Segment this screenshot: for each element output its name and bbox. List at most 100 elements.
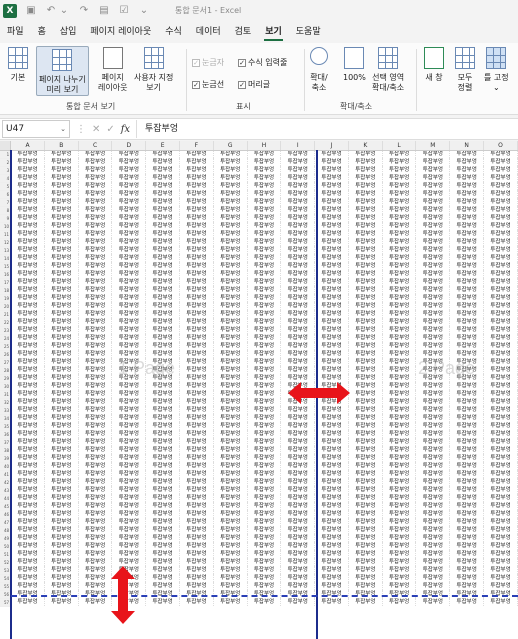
cell[interactable]: 투잡부엉 (382, 470, 417, 478)
normal-view-button[interactable]: 기본 (8, 47, 28, 83)
name-box-dropdown-icon[interactable]: ⌄ (60, 121, 66, 137)
cell[interactable]: 투잡부엉 (382, 542, 417, 550)
cell[interactable]: 투잡부엉 (415, 566, 451, 574)
cell[interactable]: 투잡부엉 (44, 182, 79, 190)
cell[interactable]: 투잡부엉 (247, 286, 282, 294)
cell[interactable]: 투잡부엉 (247, 174, 282, 182)
cell[interactable]: 투잡부엉 (348, 318, 383, 326)
cell[interactable]: 투잡부엉 (415, 582, 451, 590)
cell[interactable]: 투잡부엉 (179, 574, 214, 582)
cell[interactable]: 투잡부엉 (10, 222, 45, 230)
tab-5[interactable]: 데이터 (189, 22, 228, 42)
cell[interactable]: 투잡부엉 (78, 374, 113, 382)
cell[interactable]: 투잡부엉 (483, 206, 518, 214)
insert-function-icon[interactable]: fx (121, 124, 130, 135)
cell[interactable]: 투잡부엉 (111, 222, 147, 230)
cell[interactable]: 투잡부엉 (483, 486, 518, 494)
cell[interactable]: 투잡부엉 (213, 414, 248, 422)
cell[interactable]: 투잡부엉 (44, 214, 79, 222)
cell[interactable]: 투잡부엉 (247, 246, 282, 254)
cell[interactable]: 투잡부엉 (483, 302, 518, 310)
cell[interactable]: 투잡부엉 (44, 406, 79, 414)
cell[interactable]: 투잡부엉 (348, 246, 383, 254)
cell[interactable]: 투잡부엉 (44, 478, 79, 486)
column-header[interactable]: A (10, 141, 45, 151)
cell[interactable]: 투잡부엉 (145, 566, 181, 574)
cell[interactable]: 투잡부엉 (78, 422, 113, 430)
cell[interactable]: 투잡부엉 (314, 542, 349, 550)
cell[interactable]: 투잡부엉 (179, 182, 214, 190)
cell[interactable]: 투잡부엉 (213, 406, 248, 414)
cell[interactable]: 투잡부엉 (44, 318, 79, 326)
cell[interactable]: 투잡부엉 (145, 206, 181, 214)
cell[interactable]: 투잡부엉 (382, 414, 417, 422)
cell[interactable]: 투잡부엉 (78, 310, 113, 318)
cell[interactable]: 투잡부엉 (415, 230, 451, 238)
cell[interactable]: 투잡부엉 (382, 430, 417, 438)
cell[interactable]: 투잡부엉 (415, 326, 451, 334)
cell[interactable]: 투잡부엉 (44, 198, 79, 206)
cell[interactable]: 투잡부엉 (111, 494, 147, 502)
cell[interactable]: 투잡부엉 (348, 454, 383, 462)
cell[interactable]: 투잡부엉 (348, 550, 383, 558)
cell[interactable]: 투잡부엉 (483, 182, 518, 190)
tab-6[interactable]: 검토 (228, 22, 259, 42)
cell[interactable]: 투잡부엉 (179, 342, 214, 350)
cell[interactable]: 투잡부엉 (449, 574, 485, 582)
cell[interactable]: 투잡부엉 (10, 206, 45, 214)
cell[interactable]: 투잡부엉 (348, 358, 383, 366)
cell[interactable]: 투잡부엉 (280, 422, 316, 430)
cell[interactable]: 투잡부엉 (483, 422, 518, 430)
cell[interactable]: 투잡부엉 (247, 542, 282, 550)
cell[interactable]: 투잡부엉 (314, 278, 349, 286)
cell[interactable]: 투잡부엉 (280, 542, 316, 550)
cell[interactable]: 투잡부엉 (179, 494, 214, 502)
cell[interactable]: 투잡부엉 (348, 222, 383, 230)
cell[interactable]: 투잡부엉 (382, 230, 417, 238)
cell[interactable]: 투잡부엉 (382, 478, 417, 486)
cell[interactable]: 투잡부엉 (78, 254, 113, 262)
cell[interactable]: 투잡부엉 (449, 166, 485, 174)
cell[interactable]: 투잡부엉 (145, 222, 181, 230)
cell[interactable]: 투잡부엉 (483, 166, 518, 174)
cell[interactable]: 투잡부엉 (213, 470, 248, 478)
cell[interactable]: 투잡부엉 (145, 422, 181, 430)
cell[interactable]: 투잡부엉 (247, 382, 282, 390)
cell[interactable]: 투잡부엉 (179, 222, 214, 230)
cell[interactable]: 투잡부엉 (10, 190, 45, 198)
cell[interactable]: 투잡부엉 (145, 254, 181, 262)
cell[interactable]: 투잡부엉 (10, 422, 45, 430)
cell[interactable]: 투잡부엉 (348, 382, 383, 390)
cell[interactable]: 투잡부엉 (280, 198, 316, 206)
cell[interactable]: 투잡부엉 (44, 342, 79, 350)
cell[interactable]: 투잡부엉 (247, 238, 282, 246)
cell[interactable]: 투잡부엉 (483, 518, 518, 526)
cell[interactable]: 투잡부엉 (348, 430, 383, 438)
cell[interactable]: 투잡부엉 (483, 358, 518, 366)
cell[interactable]: 투잡부엉 (111, 198, 147, 206)
cell[interactable]: 투잡부엉 (247, 550, 282, 558)
cell[interactable]: 투잡부엉 (415, 150, 451, 158)
cell[interactable]: 투잡부엉 (348, 486, 383, 494)
cell[interactable]: 투잡부엉 (382, 494, 417, 502)
cell[interactable]: 투잡부엉 (348, 390, 383, 398)
cell[interactable]: 투잡부엉 (247, 398, 282, 406)
cell[interactable]: 투잡부엉 (111, 246, 147, 254)
cell[interactable]: 투잡부엉 (415, 526, 451, 534)
cell[interactable]: 투잡부엉 (483, 462, 518, 470)
cell[interactable]: 투잡부엉 (145, 462, 181, 470)
cell[interactable]: 투잡부엉 (78, 174, 113, 182)
cell[interactable]: 투잡부엉 (280, 222, 316, 230)
cell[interactable]: 투잡부엉 (314, 582, 349, 590)
cell[interactable]: 투잡부엉 (247, 574, 282, 582)
cell[interactable]: 투잡부엉 (483, 310, 518, 318)
cell[interactable]: 투잡부엉 (314, 526, 349, 534)
cell[interactable]: 투잡부엉 (415, 574, 451, 582)
column-header[interactable]: B (44, 141, 79, 151)
cell[interactable]: 투잡부엉 (111, 182, 147, 190)
cell[interactable]: 투잡부엉 (348, 166, 383, 174)
cell[interactable]: 투잡부엉 (111, 438, 147, 446)
cell[interactable]: 투잡부엉 (111, 174, 147, 182)
cell[interactable]: 투잡부엉 (280, 526, 316, 534)
cell[interactable]: 투잡부엉 (247, 310, 282, 318)
